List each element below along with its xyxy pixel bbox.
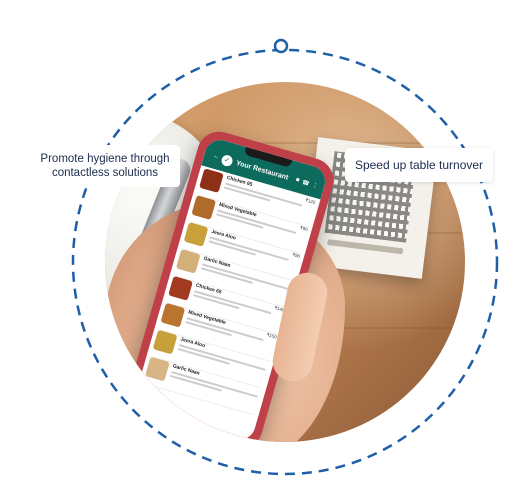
turnover-label: Speed up table turnover	[345, 148, 493, 182]
phone-icon[interactable]: ☎	[301, 178, 310, 187]
dish-image	[199, 168, 224, 194]
dish-image	[175, 249, 201, 274]
dish-image	[168, 275, 193, 301]
illustration: ← ✓ Your Restaurant ■ ☎ ⋮ Chicken 65 ₹120…	[0, 0, 525, 500]
restaurant-avatar: ✓	[220, 153, 234, 167]
dish-image	[145, 356, 170, 382]
video-camera-icon[interactable]: ■	[295, 177, 300, 184]
dish-price: ₹120	[304, 197, 317, 206]
dish-price: ₹90	[299, 224, 309, 232]
arrow-left-icon[interactable]: ←	[212, 153, 219, 160]
ring-node-icon	[273, 38, 289, 54]
dish-image	[160, 302, 186, 328]
dish-image	[152, 329, 178, 355]
hygiene-label: Promote hygiene through contactless solu…	[30, 145, 180, 187]
dish-price: ₹90	[291, 251, 301, 259]
dish-image	[183, 222, 209, 247]
more-vertical-icon[interactable]: ⋮	[311, 181, 319, 189]
dish-image	[191, 195, 217, 220]
restaurant-photo: ← ✓ Your Restaurant ■ ☎ ⋮ Chicken 65 ₹120…	[105, 82, 465, 442]
